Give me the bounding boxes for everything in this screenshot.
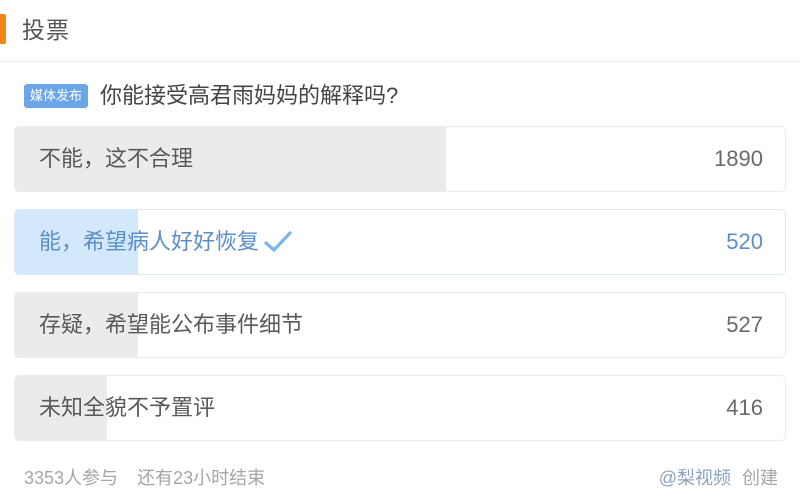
- accent-bar-icon: [0, 14, 6, 44]
- status-badge: 媒体发布: [24, 84, 89, 108]
- option-label: 不能，这不合理: [39, 146, 194, 171]
- option-label: 未知全貌不予置评: [39, 395, 216, 420]
- option-count: 520: [726, 229, 763, 254]
- poll-card: 投票 媒体发布 你能接受高君雨妈妈的解释吗? 不能，这不合理 1890 能，希望…: [0, 0, 800, 500]
- poll-footer: 3353人参与 还有23小时结束 @梨视频 创建: [0, 454, 800, 500]
- author-link[interactable]: @梨视频: [659, 468, 731, 488]
- question-text: 你能接受高君雨妈妈的解释吗?: [100, 83, 399, 108]
- created-label: 创建: [742, 468, 778, 488]
- poll-options-list: 不能，这不合理 1890 能，希望病人好好恢复 520 存疑，希望能公布事件细节…: [0, 126, 800, 441]
- option-label: 能，希望病人好好恢复: [39, 229, 260, 254]
- participants-count: 3353人参与: [24, 468, 119, 488]
- option-label: 存疑，希望能公布事件细节: [39, 312, 304, 337]
- poll-question: 媒体发布 你能接受高君雨妈妈的解释吗?: [0, 62, 800, 110]
- footer-stats: 3353人参与 还有23小时结束: [24, 464, 265, 490]
- poll-header: 投票: [0, 0, 800, 62]
- option-count: 527: [726, 312, 763, 337]
- check-icon: [263, 230, 293, 254]
- poll-option-row[interactable]: 未知全貌不予置评 416: [14, 375, 786, 441]
- poll-option-row[interactable]: 存疑，希望能公布事件细节 527: [14, 292, 786, 358]
- option-count: 1890: [714, 146, 763, 171]
- page-title: 投票: [22, 17, 70, 43]
- option-label-wrap: 能，希望病人好好恢复: [39, 230, 293, 254]
- option-label-wrap: 存疑，希望能公布事件细节: [39, 314, 303, 336]
- option-count: 416: [726, 395, 763, 420]
- footer-author: @梨视频 创建: [659, 464, 778, 490]
- poll-option-row[interactable]: 不能，这不合理 1890: [14, 126, 786, 192]
- time-remaining: 还有23小时结束: [137, 468, 266, 488]
- option-label-wrap: 未知全貌不予置评: [39, 397, 215, 419]
- option-label-wrap: 不能，这不合理: [39, 148, 193, 170]
- poll-option-row-selected[interactable]: 能，希望病人好好恢复 520: [14, 209, 786, 275]
